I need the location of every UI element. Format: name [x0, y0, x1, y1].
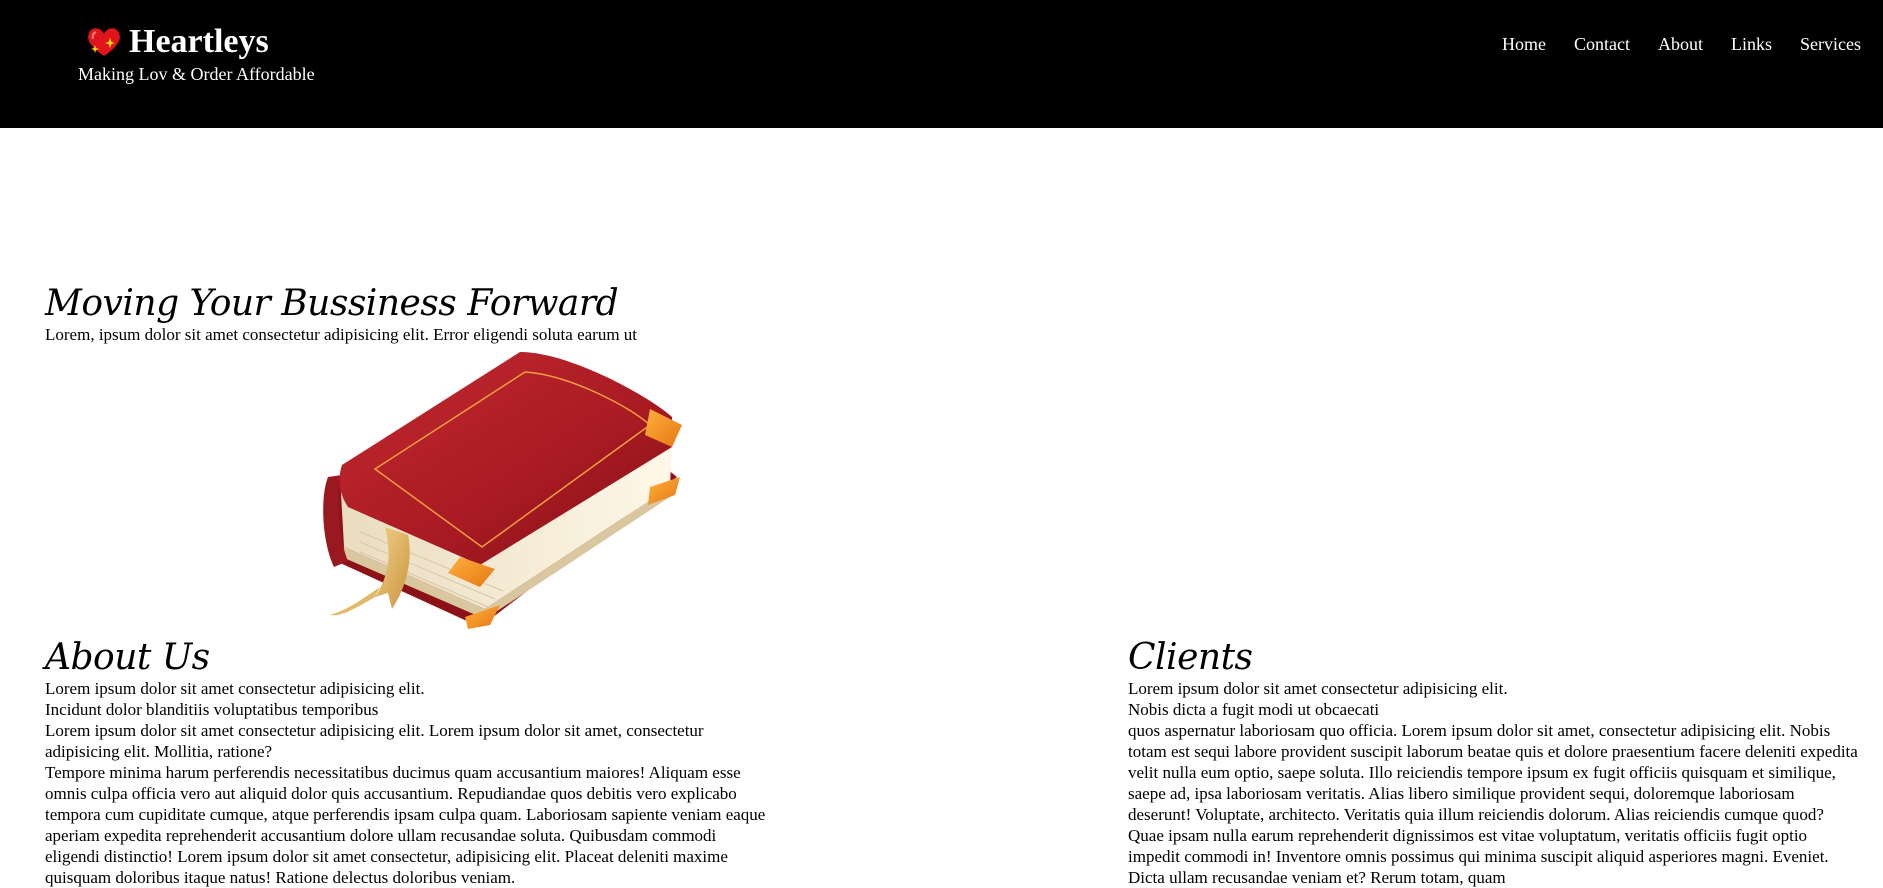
clients-section: Clients Lorem ipsum dolor sit amet conse… [1128, 638, 1858, 888]
brand-row: Heartleys [85, 22, 315, 62]
brand-name: Heartleys [129, 23, 269, 60]
about-line: Lorem ipsum dolor sit amet consectetur a… [45, 679, 425, 698]
main-nav: Home Contact About Links Services [1474, 33, 1861, 55]
about-line: Lorem ipsum dolor sit amet consectetur a… [45, 721, 704, 761]
book-icon [323, 352, 682, 629]
clients-line: Lorem ipsum dolor sit amet consectetur a… [1128, 679, 1508, 698]
brand-tagline: Making Lov & Order Affordable [78, 64, 315, 84]
nav-links[interactable]: Links [1731, 33, 1772, 55]
about-line: Incidunt dolor blanditiis voluptatibus t… [45, 700, 379, 719]
about-title: About Us [45, 637, 210, 678]
nav-about[interactable]: About [1658, 33, 1703, 55]
brand[interactable]: Heartleys Making Lov & Order Affordable [78, 22, 315, 84]
hero-section: Moving Your Bussiness Forward Lorem, ips… [45, 284, 805, 345]
hero-title: Moving Your Bussiness Forward [45, 283, 619, 324]
clients-line: quos aspernatur laboriosam quo officia. … [1128, 721, 1858, 887]
hero-text: Lorem, ipsum dolor sit amet consectetur … [45, 325, 638, 344]
nav-contact[interactable]: Contact [1574, 33, 1630, 55]
nav-services[interactable]: Services [1800, 33, 1861, 55]
heart-sparkle-icon [88, 28, 120, 56]
about-section: About Us Lorem ipsum dolor sit amet cons… [45, 638, 775, 888]
nav-home[interactable]: Home [1502, 33, 1546, 55]
about-line: Tempore minima harum perferendis necessi… [45, 763, 766, 887]
clients-title: Clients [1128, 637, 1253, 678]
site-header: Heartleys Making Lov & Order Affordable … [0, 0, 1883, 128]
clients-line: Nobis dicta a fugit modi ut obcaecati [1128, 700, 1380, 719]
